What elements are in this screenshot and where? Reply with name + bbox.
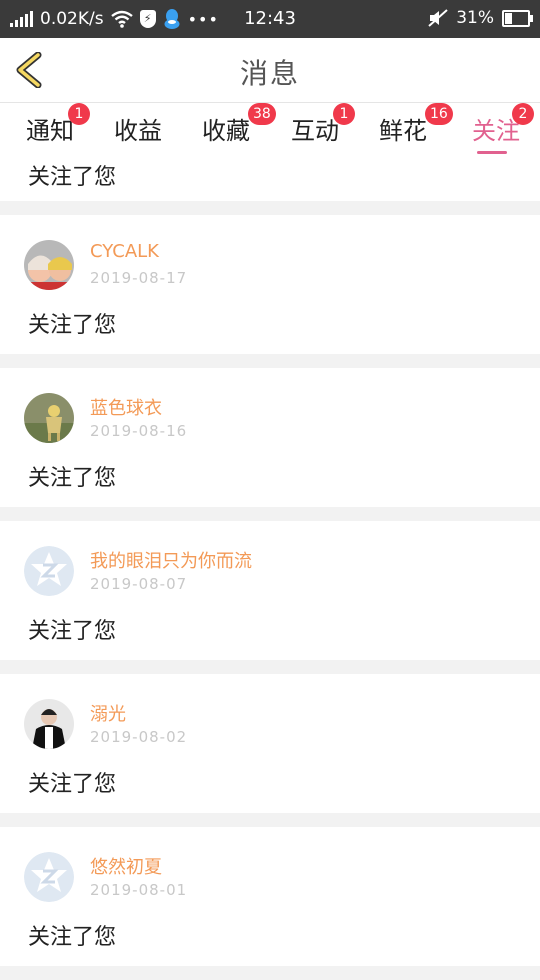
default-avatar-icon[interactable] <box>24 852 74 902</box>
item-content: 关注了您 <box>28 619 117 644</box>
page-title: 消息 <box>239 57 300 90</box>
tab-notifications[interactable]: 通知 1 <box>10 103 90 146</box>
item-content: 关注了您 <box>28 466 117 491</box>
username[interactable]: CYCALK <box>90 241 159 262</box>
battery-percent: 31% <box>456 8 494 28</box>
tab-label: 关注 <box>472 117 520 145</box>
timestamp: 2019-08-17 <box>90 269 188 287</box>
tab-badge: 38 <box>248 103 276 125</box>
tab-label: 收益 <box>114 117 162 145</box>
item-content: 关注了您 <box>28 772 117 797</box>
timestamp: 2019-08-01 <box>90 881 188 899</box>
item-content: 关注了您 <box>28 313 117 338</box>
tab-badge: 1 <box>333 103 355 125</box>
list-item[interactable]: 关注了您 <box>0 159 540 201</box>
tab-label: 收藏 <box>202 117 250 145</box>
tab-badge: 1 <box>68 103 90 125</box>
tab-favorites[interactable]: 收藏 38 <box>186 103 276 146</box>
avatar[interactable] <box>24 393 74 443</box>
header-bar: 消息 <box>0 38 540 103</box>
username[interactable]: 悠然初夏 <box>90 853 162 879</box>
list-item[interactable]: CYCALK 2019-08-17 关注了您 <box>0 215 540 354</box>
username[interactable]: 溺光 <box>90 700 126 726</box>
tab-label: 通知 <box>26 117 74 145</box>
username[interactable]: 我的眼泪只为你而流 <box>90 547 252 573</box>
status-bar: 0.02K/s ⚡ ••• 12:43 31% <box>0 0 540 38</box>
timestamp: 2019-08-16 <box>90 422 188 440</box>
battery-icon <box>502 9 533 27</box>
list-item[interactable]: 溺光 2019-08-02 关注了您 <box>0 674 540 813</box>
avatar[interactable] <box>24 699 74 749</box>
tab-bar: 通知 1 收益 收藏 38 互动 1 鲜花 16 关注 2 <box>0 103 540 159</box>
active-tab-indicator <box>477 151 507 154</box>
item-content: 关注了您 <box>28 925 117 950</box>
tab-flowers[interactable]: 鲜花 16 <box>363 103 453 146</box>
tab-follows[interactable]: 关注 2 <box>456 103 536 154</box>
tab-badge: 16 <box>425 103 453 125</box>
avatar[interactable] <box>24 240 74 290</box>
tab-earnings[interactable]: 收益 <box>98 111 178 146</box>
username[interactable]: 蓝色球衣 <box>90 394 162 420</box>
list-item[interactable]: 蓝色球衣 2019-08-16 关注了您 <box>0 368 540 507</box>
default-avatar-icon[interactable] <box>24 546 74 596</box>
tab-label: 互动 <box>291 117 339 145</box>
mute-icon <box>428 9 448 27</box>
follow-list: 关注了您 CYCALK 2019-08-17 关注了您 蓝色球衣 2019-08… <box>0 159 540 980</box>
status-right: 31% <box>428 8 533 28</box>
timestamp: 2019-08-02 <box>90 728 188 746</box>
tab-interactions[interactable]: 互动 1 <box>275 103 355 146</box>
list-item[interactable]: 我的眼泪只为你而流 2019-08-07 关注了您 <box>0 521 540 660</box>
timestamp: 2019-08-07 <box>90 575 188 593</box>
tab-badge: 2 <box>512 103 534 125</box>
list-item[interactable]: 悠然初夏 2019-08-01 关注了您 <box>0 827 540 966</box>
item-content: 关注了您 <box>28 165 117 190</box>
tab-label: 鲜花 <box>379 117 427 145</box>
